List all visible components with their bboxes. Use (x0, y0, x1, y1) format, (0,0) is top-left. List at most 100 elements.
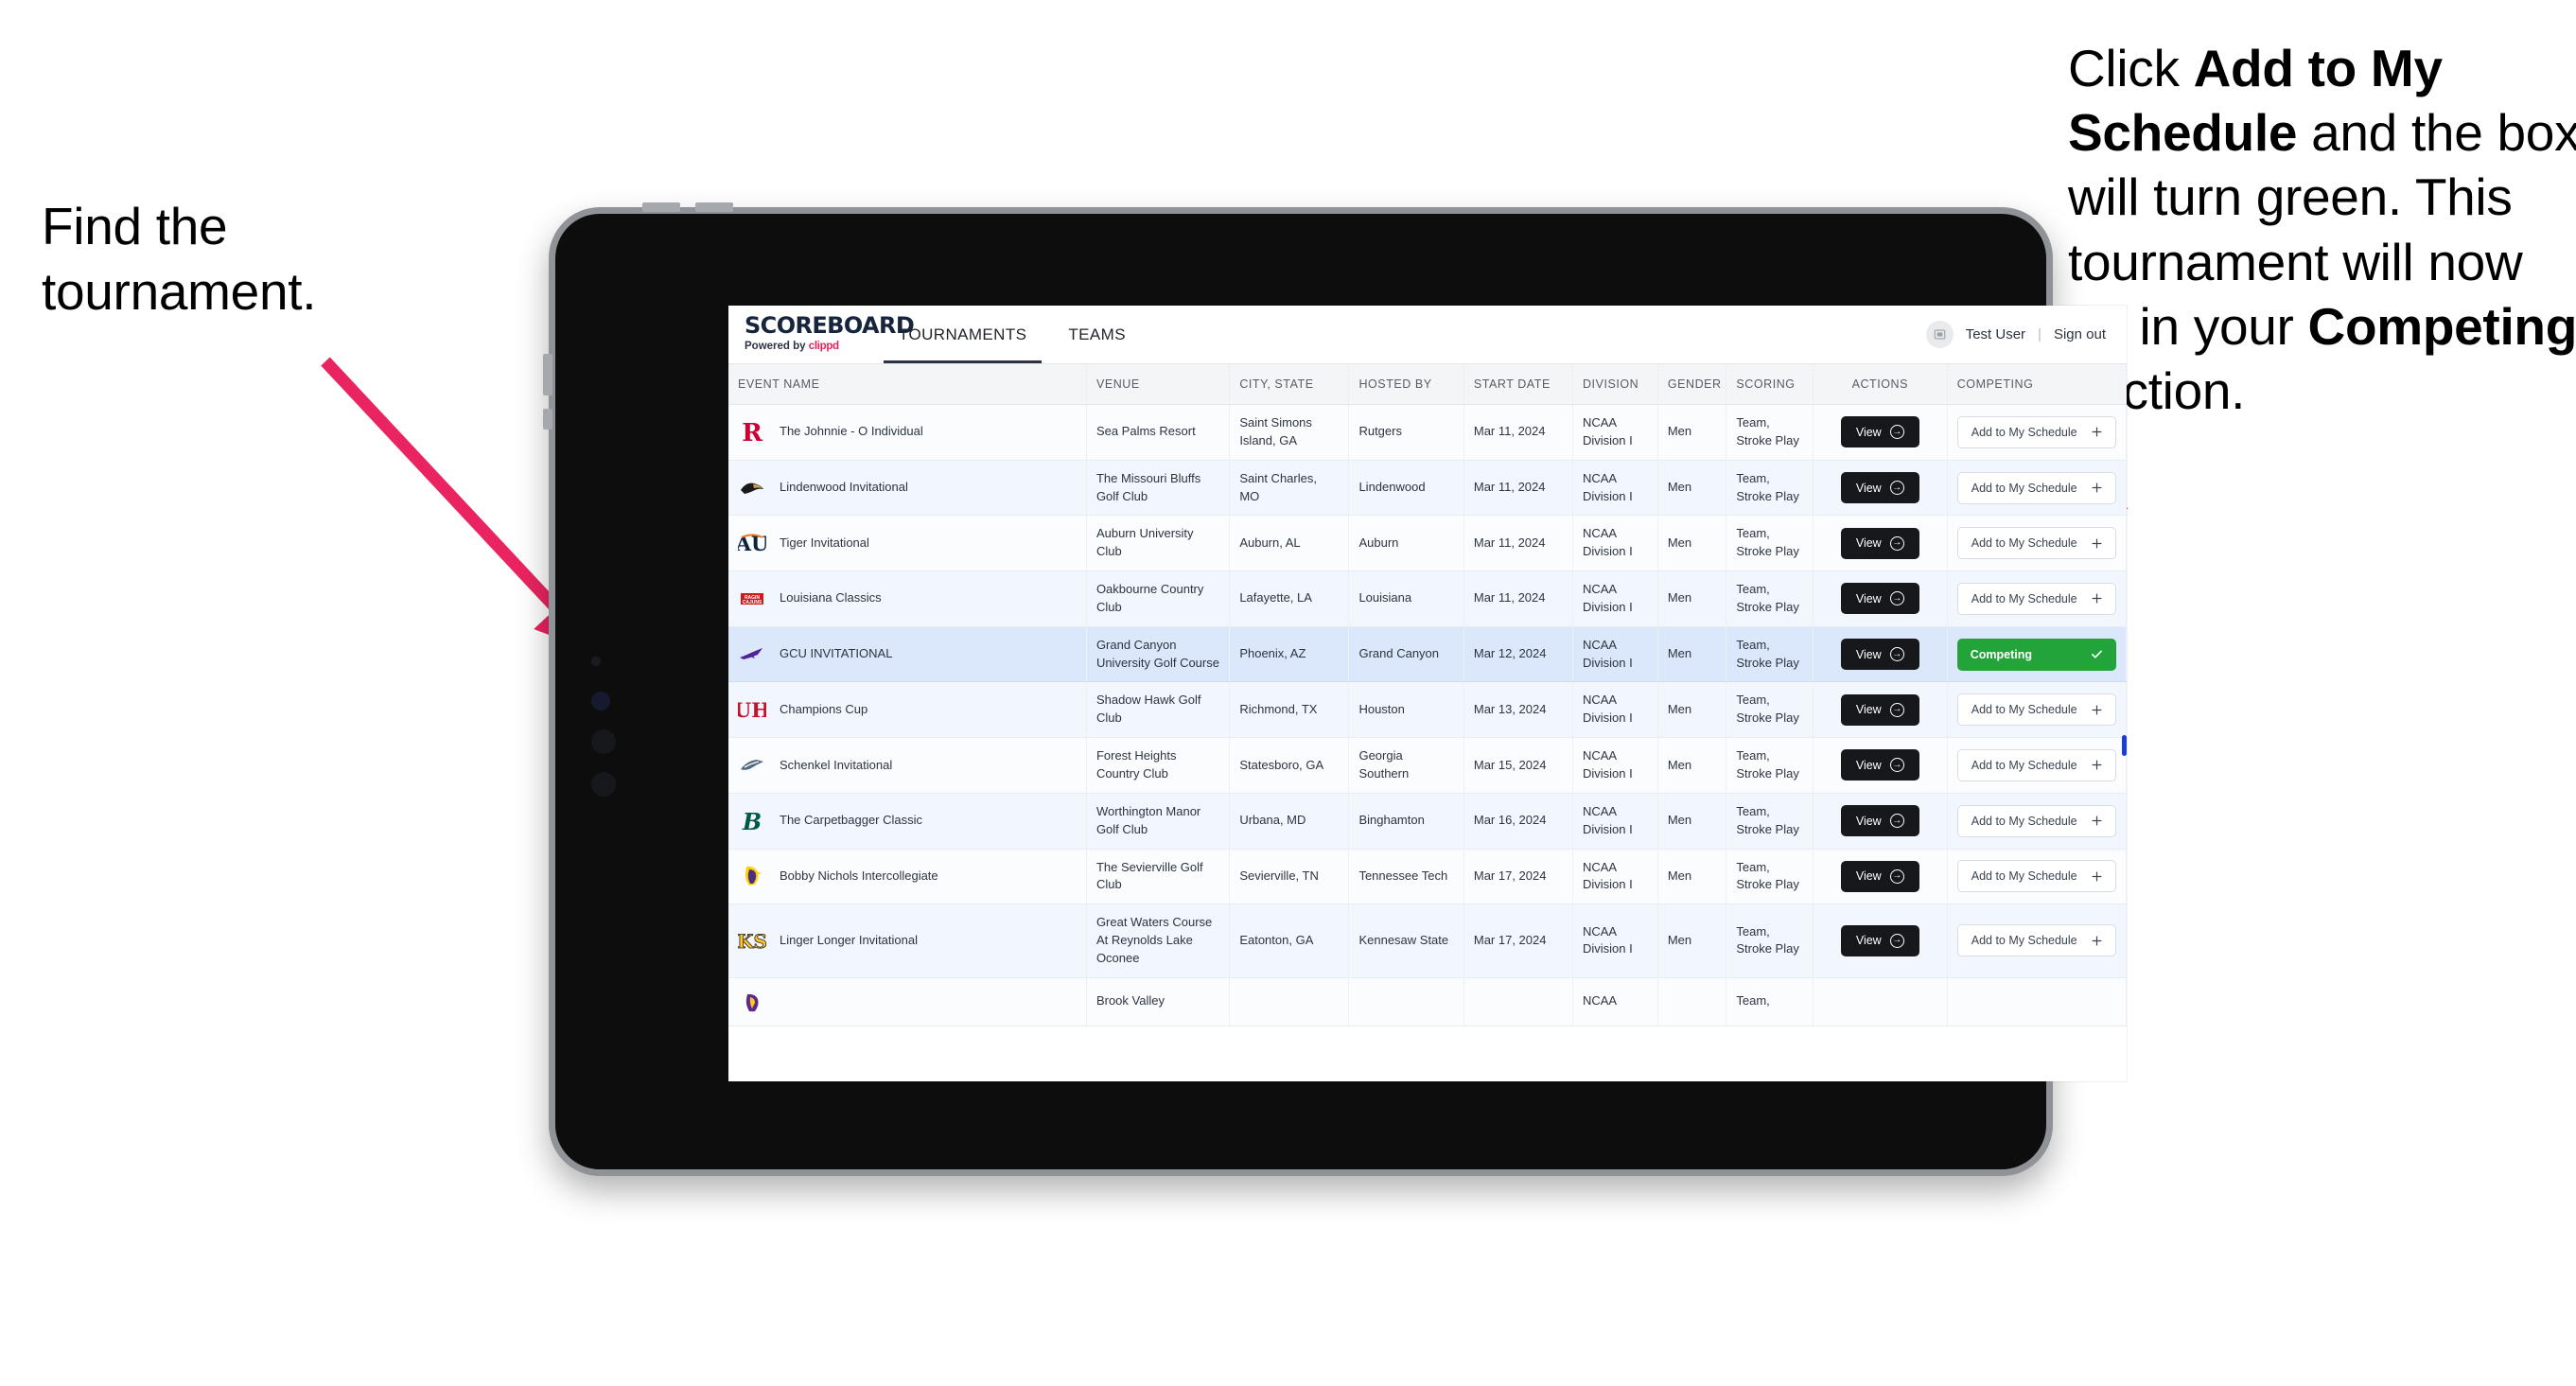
competing-label: Competing (1970, 647, 2033, 661)
col-city-state[interactable]: CITY, STATE (1229, 364, 1350, 405)
cell-city-state (1229, 977, 1350, 1026)
cell-scoring: Team, Stroke Play (1726, 793, 1814, 850)
cell-scoring: Team, Stroke Play (1726, 404, 1814, 461)
cell-gender: Men (1657, 904, 1727, 978)
cell-gender: Men (1657, 793, 1727, 850)
table-row[interactable]: AU Tiger Invitational Auburn University Cl… (728, 515, 2127, 572)
tournaments-table-wrapper[interactable]: EVENT NAME VENUE CITY, STATE HOSTED BY S… (728, 364, 2127, 1081)
cell-event-name: GCU INVITATIONAL (728, 626, 1087, 683)
tablet-speaker-dot-2 (591, 772, 616, 797)
cell-division: NCAA Division I (1572, 793, 1658, 850)
cell-start-date: Mar 11, 2024 (1463, 404, 1573, 461)
event-cell: GCU INVITATIONAL (738, 640, 1077, 669)
table-row[interactable]: RAGIN CAJUNS Louisiana Classics Oakbourne C… (728, 570, 2127, 627)
ecu-logo (738, 988, 766, 1016)
cell-competing: Add to My Schedule (1947, 515, 2127, 572)
event-cell: R The Johnnie - O Individual (738, 418, 1077, 447)
add-to-my-schedule-button[interactable]: Add to My Schedule (1956, 924, 2116, 957)
arrow-right-circle-icon: → (1889, 868, 1904, 884)
add-to-my-schedule-button[interactable]: Add to My Schedule (1956, 582, 2116, 615)
cell-division: NCAA Division I (1572, 404, 1658, 461)
view-button[interactable]: View → (1840, 527, 1919, 559)
table-row[interactable]: R The Johnnie - O Individual Sea Palms Res… (728, 404, 2127, 461)
table-row[interactable]: Lindenwood Invitational The Missouri Bluf… (728, 460, 2127, 517)
col-venue[interactable]: VENUE (1086, 364, 1231, 405)
add-to-my-schedule-button[interactable]: Add to My Schedule (1956, 748, 2116, 781)
cell-event-name: UH Champions Cup (728, 681, 1087, 739)
view-button[interactable]: View → (1840, 693, 1919, 726)
add-to-my-schedule-label: Add to My Schedule (1971, 869, 2077, 884)
cell-venue: Sea Palms Resort (1086, 404, 1231, 461)
table-row[interactable]: GCU INVITATIONAL Grand Canyon University … (728, 626, 2127, 683)
add-to-my-schedule-label: Add to My Schedule (1971, 934, 2077, 948)
cell-venue: Oakbourne Country Club (1086, 570, 1231, 627)
add-to-my-schedule-button[interactable]: Add to My Schedule (1956, 415, 2116, 448)
view-button[interactable]: View → (1840, 749, 1919, 781)
cell-venue: The Sevierville Golf Club (1086, 849, 1231, 905)
col-scoring[interactable]: SCORING (1726, 364, 1814, 405)
gcu-logo (738, 640, 766, 669)
nav-tab-tournaments[interactable]: TOURNAMENTS (878, 306, 1047, 363)
col-division[interactable]: DIVISION (1572, 364, 1658, 405)
view-button[interactable]: View → (1840, 860, 1919, 892)
tablet-camera-dot (591, 692, 610, 711)
brand-subtitle: Powered by clippd (745, 341, 878, 352)
competing-button[interactable]: Competing (1956, 638, 2116, 671)
tablet-device: SCOREBOARD Powered by clippd TOURNAMENTS… (543, 202, 2127, 1176)
cell-competing: Add to My Schedule (1947, 793, 2127, 850)
cell-venue: Brook Valley (1086, 977, 1231, 1026)
table-row[interactable]: KS Linger Longer Invitational Great Waters… (728, 904, 2127, 978)
col-event-name[interactable]: EVENT NAME (728, 364, 1087, 405)
cell-actions: View → (1813, 849, 1948, 905)
cell-start-date: Mar 15, 2024 (1463, 737, 1573, 794)
event-cell: RAGIN CAJUNS Louisiana Classics (738, 585, 1077, 613)
event-name-label: Schenkel Invitational (780, 757, 893, 772)
view-button[interactable]: View → (1840, 583, 1919, 615)
plus-icon (2092, 538, 2102, 549)
cell-hosted-by (1348, 977, 1464, 1026)
auburn-logo: AU (738, 529, 766, 557)
add-to-my-schedule-button[interactable]: Add to My Schedule (1956, 527, 2116, 560)
cell-city-state: Auburn, AL (1229, 515, 1350, 572)
user-avatar-icon[interactable] (1925, 321, 1954, 348)
view-button[interactable]: View → (1840, 472, 1919, 504)
add-to-my-schedule-button[interactable]: Add to My Schedule (1956, 804, 2116, 837)
cell-start-date: Mar 11, 2024 (1463, 460, 1573, 517)
cell-competing: Add to My Schedule (1947, 681, 2127, 739)
add-to-my-schedule-button[interactable]: Add to My Schedule (1956, 471, 2116, 504)
table-row[interactable]: Bobby Nichols Intercollegiate The Sevierv… (728, 849, 2127, 905)
col-hosted-by[interactable]: HOSTED BY (1348, 364, 1464, 405)
nav-tab-teams[interactable]: TEAMS (1047, 306, 1147, 363)
event-cell: Bobby Nichols Intercollegiate (738, 862, 1077, 890)
cell-competing: Competing (1947, 626, 2127, 683)
view-button[interactable]: View → (1840, 805, 1919, 837)
sign-out-link[interactable]: Sign out (2054, 326, 2106, 342)
georgia-southern-logo (738, 751, 766, 780)
cell-hosted-by: Louisiana (1348, 570, 1464, 627)
nav-tab-tournaments-label: TOURNAMENTS (899, 325, 1027, 343)
clippd-wordmark: clippd (808, 341, 839, 352)
table-row[interactable]: B The Carpetbagger Classic Worthington Man… (728, 793, 2127, 850)
cell-division: NCAA Division I (1572, 849, 1658, 905)
view-label: View (1855, 425, 1882, 439)
view-button[interactable]: View → (1840, 924, 1919, 956)
col-gender[interactable]: GENDER (1657, 364, 1727, 405)
view-button[interactable]: View → (1840, 416, 1919, 448)
scrollbar-thumb[interactable] (2122, 735, 2127, 756)
table-row[interactable]: Brook Valley NCAA Team, (728, 977, 2127, 1026)
table-row[interactable]: UH Champions Cup Shadow Hawk Golf Club Rich… (728, 681, 2127, 739)
arrow-right-circle-icon: → (1889, 647, 1904, 662)
cell-city-state: Eatonton, GA (1229, 904, 1350, 978)
kennesaw-state-logo: KS (738, 926, 766, 955)
cell-competing: Add to My Schedule (1947, 904, 2127, 978)
view-button[interactable]: View → (1840, 639, 1919, 671)
table-row[interactable]: Schenkel Invitational Forest Heights Coun… (728, 737, 2127, 794)
cell-hosted-by: Lindenwood (1348, 460, 1464, 517)
add-to-my-schedule-button[interactable]: Add to My Schedule (1956, 693, 2116, 727)
col-start-date[interactable]: START DATE (1463, 364, 1573, 405)
brand-logo[interactable]: SCOREBOARD Powered by clippd (728, 306, 915, 363)
cell-scoring: Team, Stroke Play (1726, 904, 1814, 978)
add-to-my-schedule-button[interactable]: Add to My Schedule (1956, 860, 2116, 893)
event-cell: Schenkel Invitational (738, 751, 1077, 780)
brand-title: SCOREBOARD (745, 312, 915, 339)
